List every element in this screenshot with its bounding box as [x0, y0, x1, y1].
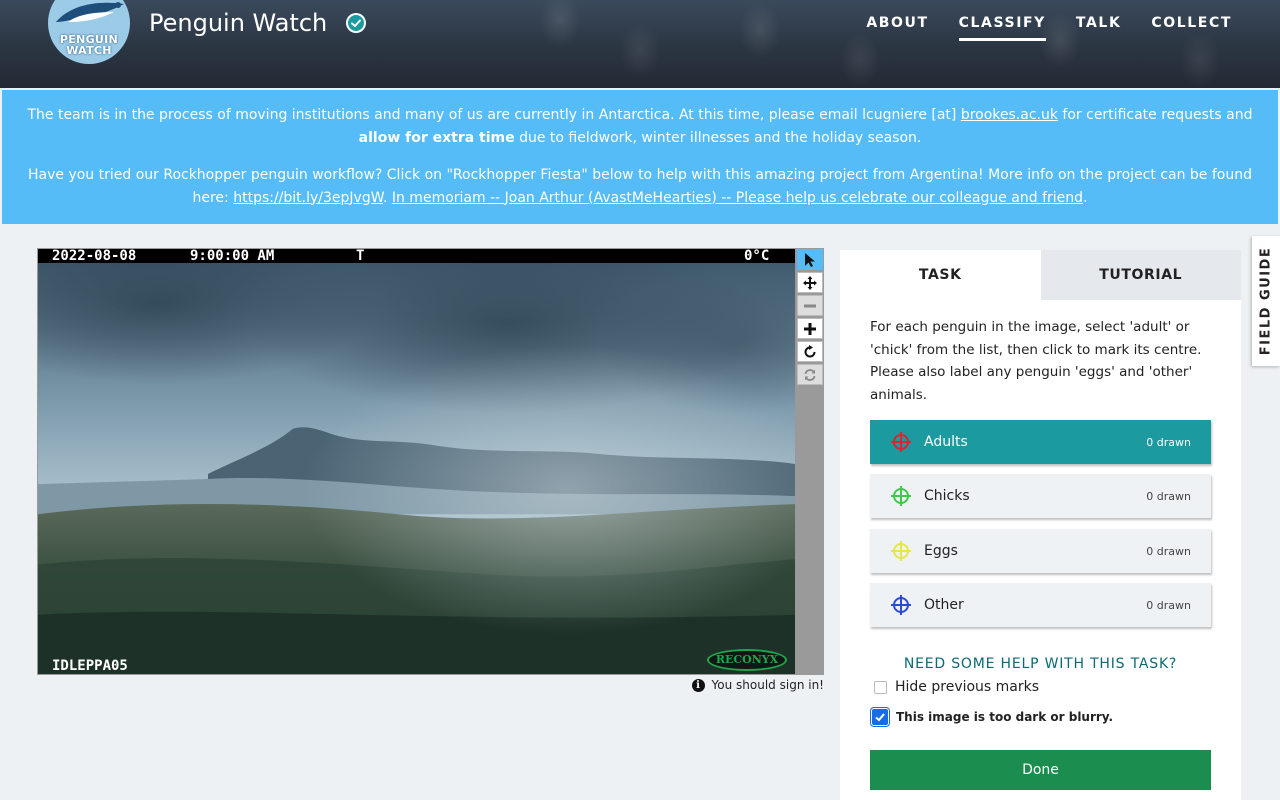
verified-badge-icon: [346, 13, 366, 33]
tool-label: Eggs: [924, 543, 958, 559]
image-toolbar: [796, 248, 824, 675]
tool-count: 0 drawn: [1146, 598, 1191, 612]
photo-flag: T: [356, 248, 365, 264]
email-domain-link[interactable]: brookes.ac.uk: [961, 107, 1058, 123]
task-instructions: For each penguin in the image, select 'a…: [870, 319, 1202, 403]
annotate-pointer-button[interactable]: [797, 249, 823, 270]
info-icon: i: [691, 678, 705, 692]
task-panel: TASK TUTORIAL For each penguin in the im…: [840, 250, 1241, 800]
tool-label: Other: [924, 597, 964, 613]
done-button[interactable]: Done: [870, 750, 1211, 790]
task-help-link[interactable]: NEED SOME HELP WITH THIS TASK?: [870, 656, 1211, 672]
camera-id: IDLEPPA05: [52, 658, 128, 674]
tab-tutorial[interactable]: TUTORIAL: [1040, 250, 1241, 300]
tool-count: 0 drawn: [1146, 489, 1191, 503]
rockhopper-info-link[interactable]: https://bit.ly/3epJvgW: [233, 190, 383, 206]
rotate-icon: [804, 344, 816, 357]
announcement-text: due to fieldwork, winter illnesses and t…: [514, 129, 922, 146]
announcement-end: .: [1083, 189, 1088, 206]
rotate-button[interactable]: [797, 341, 823, 362]
photo-date: 2022-08-08: [52, 248, 137, 264]
zoom-in-button[interactable]: [797, 318, 823, 339]
hide-marks-option[interactable]: Hide previous marks: [874, 679, 1039, 695]
tool-chicks-button[interactable]: Chicks 0 drawn: [870, 474, 1211, 518]
announcement-bold-text: allow for extra time: [358, 129, 515, 146]
pointer-icon: [805, 252, 815, 267]
tool-eggs-button[interactable]: Eggs 0 drawn: [870, 529, 1211, 573]
minus-icon: [804, 304, 816, 307]
nav-talk[interactable]: TALK: [1076, 14, 1121, 41]
tool-label: Adults: [924, 434, 968, 450]
zoom-out-button[interactable]: [797, 295, 823, 316]
announcement-text: for certificate requests and: [1057, 107, 1253, 123]
nav-collect[interactable]: COLLECT: [1151, 14, 1232, 41]
camera-info-bar: 2022-08-08 9:00:00 AM T 0°C: [38, 248, 795, 276]
blue-crosshair-icon: [891, 595, 911, 615]
checkmark-icon: [875, 713, 885, 722]
reconyx-logo: RECONYX: [707, 649, 787, 671]
subject-image[interactable]: 2022-08-08 9:00:00 AM T 0°C IDLEPPA05 RE…: [37, 248, 796, 675]
nav-about[interactable]: ABOUT: [866, 14, 928, 41]
tool-count: 0 drawn: [1146, 544, 1191, 558]
green-crosshair-icon: [891, 486, 911, 506]
landscape-photo: [38, 263, 795, 674]
tool-count: 0 drawn: [1146, 435, 1191, 449]
reset-button[interactable]: [797, 364, 823, 385]
hide-marks-checkbox[interactable]: [874, 680, 887, 694]
nav-classify[interactable]: CLASSIFY: [958, 14, 1046, 41]
tab-task[interactable]: TASK: [840, 250, 1041, 300]
project-nav: ABOUT CLASSIFY TALK COLLECT: [866, 14, 1232, 41]
too-dark-checkbox[interactable]: [872, 709, 888, 725]
move-arrows-icon: [803, 275, 817, 290]
announcement-separator: .: [382, 189, 392, 206]
project-logo[interactable]: PENGUIN WATCH: [48, 0, 130, 64]
in-memoriam-link[interactable]: In memoriam -- Joan Arthur (AvastMeHeart…: [392, 190, 1083, 206]
field-guide-tab[interactable]: FIELD GUIDE: [1252, 236, 1280, 366]
announcement-paragraph-2: Have you tried our Rockhopper penguin wo…: [22, 164, 1258, 209]
project-title[interactable]: Penguin Watch: [149, 8, 327, 38]
project-header: PENGUIN WATCH Penguin Watch ABOUT CLASSI…: [0, 0, 1280, 88]
yellow-crosshair-icon: [891, 541, 911, 561]
red-crosshair-icon: [891, 432, 911, 452]
announcement-paragraph-1: The team is in the process of moving ins…: [22, 104, 1258, 149]
field-guide-label: FIELD GUIDE: [1258, 246, 1274, 356]
hide-marks-label: Hide previous marks: [895, 679, 1040, 695]
photo-temperature: 0°C: [744, 248, 770, 264]
task-tabs: TASK TUTORIAL: [840, 250, 1241, 300]
announcement-text: The team is in the process of moving ins…: [27, 107, 961, 123]
signin-notice[interactable]: i You should sign in!: [691, 678, 824, 692]
tool-adults-button[interactable]: Adults 0 drawn: [870, 420, 1211, 464]
reset-icon: [804, 368, 816, 381]
too-dark-option[interactable]: This image is too dark or blurry.: [872, 709, 1113, 725]
pan-button[interactable]: [797, 272, 823, 293]
announcement-banner: The team is in the process of moving ins…: [2, 90, 1278, 224]
logo-text-line2: WATCH: [66, 44, 112, 57]
plus-icon: [804, 322, 816, 335]
too-dark-label: This image is too dark or blurry.: [896, 710, 1114, 724]
signin-notice-text: You should sign in!: [711, 678, 824, 692]
tool-other-button[interactable]: Other 0 drawn: [870, 583, 1211, 627]
tool-label: Chicks: [924, 488, 970, 504]
photo-time: 9:00:00 AM: [190, 248, 275, 264]
